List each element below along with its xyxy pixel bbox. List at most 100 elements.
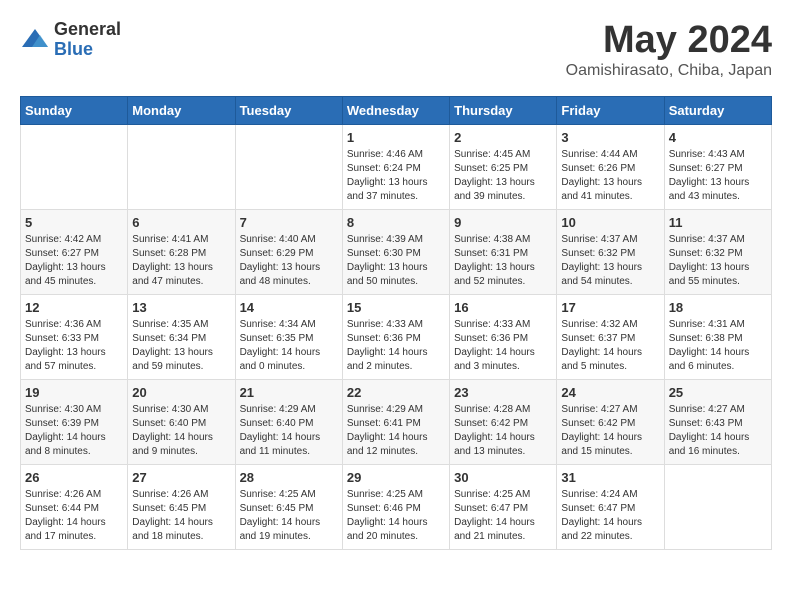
calendar-week-row: 1Sunrise: 4:46 AM Sunset: 6:24 PM Daylig…: [21, 124, 772, 209]
day-number: 14: [240, 300, 338, 315]
day-info: Sunrise: 4:35 AM Sunset: 6:34 PM Dayligh…: [132, 318, 230, 374]
day-number: 21: [240, 385, 338, 400]
weekday-header: Tuesday: [235, 96, 342, 124]
logo-blue: Blue: [54, 40, 121, 60]
calendar-day-cell: 10 Sunrise: 4:37 AM Sunset: 6:32 PM Dayli…: [557, 209, 664, 294]
day-number: 18: [669, 300, 767, 315]
day-number: 19: [25, 385, 123, 400]
calendar-day-cell: 13 Sunrise: 4:35 AM Sunset: 6:34 PM Dayli…: [128, 294, 235, 379]
day-number: 9: [454, 215, 552, 230]
day-number: 4: [669, 130, 767, 145]
calendar-week-row: 26 Sunrise: 4:26 AM Sunset: 6:44 PM Dayli…: [21, 464, 772, 549]
weekday-header: Thursday: [450, 96, 557, 124]
calendar-day-cell: 2Sunrise: 4:45 AM Sunset: 6:25 PM Daylig…: [450, 124, 557, 209]
day-number: 7: [240, 215, 338, 230]
weekday-header: Sunday: [21, 96, 128, 124]
calendar-day-cell: 16Sunrise: 4:33 AM Sunset: 6:36 PM Dayli…: [450, 294, 557, 379]
calendar-table: SundayMondayTuesdayWednesdayThursdayFrid…: [20, 96, 772, 550]
day-number: 3: [561, 130, 659, 145]
day-number: 27: [132, 470, 230, 485]
day-info: Sunrise: 4:27 AM Sunset: 6:42 PM Dayligh…: [561, 403, 659, 459]
day-info: Sunrise: 4:42 AM Sunset: 6:27 PM Dayligh…: [25, 233, 123, 289]
day-number: 28: [240, 470, 338, 485]
day-info: Sunrise: 4:30 AM Sunset: 6:40 PM Dayligh…: [132, 403, 230, 459]
calendar-day-cell: [128, 124, 235, 209]
title-block: May 2024 Oamishirasato, Chiba, Japan: [566, 20, 772, 80]
calendar-day-cell: 7 Sunrise: 4:40 AM Sunset: 6:29 PM Daylig…: [235, 209, 342, 294]
calendar-day-cell: 22Sunrise: 4:29 AM Sunset: 6:41 PM Dayli…: [342, 379, 449, 464]
day-info: Sunrise: 4:37 AM Sunset: 6:32 PM Dayligh…: [669, 233, 767, 289]
calendar-day-cell: 28Sunrise: 4:25 AM Sunset: 6:45 PM Dayli…: [235, 464, 342, 549]
weekday-header: Friday: [557, 96, 664, 124]
day-number: 25: [669, 385, 767, 400]
calendar-day-cell: [235, 124, 342, 209]
calendar-day-cell: 5Sunrise: 4:42 AM Sunset: 6:27 PM Daylig…: [21, 209, 128, 294]
day-info: Sunrise: 4:26 AM Sunset: 6:44 PM Dayligh…: [25, 488, 123, 544]
calendar-day-cell: 21Sunrise: 4:29 AM Sunset: 6:40 PM Dayli…: [235, 379, 342, 464]
day-number: 11: [669, 215, 767, 230]
day-number: 29: [347, 470, 445, 485]
day-info: Sunrise: 4:26 AM Sunset: 6:45 PM Dayligh…: [132, 488, 230, 544]
calendar-day-cell: 20Sunrise: 4:30 AM Sunset: 6:40 PM Dayli…: [128, 379, 235, 464]
day-number: 15: [347, 300, 445, 315]
day-info: Sunrise: 4:30 AM Sunset: 6:39 PM Dayligh…: [25, 403, 123, 459]
calendar-day-cell: 19 Sunrise: 4:30 AM Sunset: 6:39 PM Dayli…: [21, 379, 128, 464]
logo: General Blue: [20, 20, 121, 60]
day-number: 24: [561, 385, 659, 400]
calendar-day-cell: 25Sunrise: 4:27 AM Sunset: 6:43 PM Dayli…: [664, 379, 771, 464]
day-info: Sunrise: 4:32 AM Sunset: 6:37 PM Dayligh…: [561, 318, 659, 374]
day-number: 13: [132, 300, 230, 315]
calendar-day-cell: 30 Sunrise: 4:25 AM Sunset: 6:47 PM Dayli…: [450, 464, 557, 549]
calendar-day-cell: [664, 464, 771, 549]
day-info: Sunrise: 4:41 AM Sunset: 6:28 PM Dayligh…: [132, 233, 230, 289]
logo-text: General Blue: [54, 20, 121, 60]
calendar-day-cell: 9Sunrise: 4:38 AM Sunset: 6:31 PM Daylig…: [450, 209, 557, 294]
day-info: Sunrise: 4:44 AM Sunset: 6:26 PM Dayligh…: [561, 148, 659, 204]
day-info: Sunrise: 4:25 AM Sunset: 6:47 PM Dayligh…: [454, 488, 552, 544]
day-number: 6: [132, 215, 230, 230]
day-info: Sunrise: 4:46 AM Sunset: 6:24 PM Dayligh…: [347, 148, 445, 204]
day-number: 10: [561, 215, 659, 230]
calendar-header-row: SundayMondayTuesdayWednesdayThursdayFrid…: [21, 96, 772, 124]
calendar-day-cell: 8 Sunrise: 4:39 AM Sunset: 6:30 PM Daylig…: [342, 209, 449, 294]
logo-general: General: [54, 20, 121, 40]
calendar-day-cell: 11 Sunrise: 4:37 AM Sunset: 6:32 PM Dayli…: [664, 209, 771, 294]
day-info: Sunrise: 4:39 AM Sunset: 6:30 PM Dayligh…: [347, 233, 445, 289]
calendar-day-cell: 6 Sunrise: 4:41 AM Sunset: 6:28 PM Daylig…: [128, 209, 235, 294]
calendar-week-row: 5Sunrise: 4:42 AM Sunset: 6:27 PM Daylig…: [21, 209, 772, 294]
day-info: Sunrise: 4:37 AM Sunset: 6:32 PM Dayligh…: [561, 233, 659, 289]
day-number: 22: [347, 385, 445, 400]
calendar-day-cell: 14 Sunrise: 4:34 AM Sunset: 6:35 PM Dayli…: [235, 294, 342, 379]
day-number: 8: [347, 215, 445, 230]
calendar-day-cell: 31 Sunrise: 4:24 AM Sunset: 6:47 PM Dayli…: [557, 464, 664, 549]
day-number: 16: [454, 300, 552, 315]
calendar-day-cell: 1Sunrise: 4:46 AM Sunset: 6:24 PM Daylig…: [342, 124, 449, 209]
calendar-day-cell: 27 Sunrise: 4:26 AM Sunset: 6:45 PM Dayli…: [128, 464, 235, 549]
calendar-day-cell: 23Sunrise: 4:28 AM Sunset: 6:42 PM Dayli…: [450, 379, 557, 464]
calendar-day-cell: 26 Sunrise: 4:26 AM Sunset: 6:44 PM Dayli…: [21, 464, 128, 549]
calendar-week-row: 19 Sunrise: 4:30 AM Sunset: 6:39 PM Dayli…: [21, 379, 772, 464]
calendar-day-cell: 24 Sunrise: 4:27 AM Sunset: 6:42 PM Dayli…: [557, 379, 664, 464]
calendar-day-cell: 18 Sunrise: 4:31 AM Sunset: 6:38 PM Dayli…: [664, 294, 771, 379]
calendar-day-cell: 3 Sunrise: 4:44 AM Sunset: 6:26 PM Daylig…: [557, 124, 664, 209]
logo-icon: [20, 25, 50, 55]
day-number: 26: [25, 470, 123, 485]
day-number: 30: [454, 470, 552, 485]
day-info: Sunrise: 4:34 AM Sunset: 6:35 PM Dayligh…: [240, 318, 338, 374]
day-info: Sunrise: 4:25 AM Sunset: 6:46 PM Dayligh…: [347, 488, 445, 544]
weekday-header: Monday: [128, 96, 235, 124]
calendar-day-cell: 15Sunrise: 4:33 AM Sunset: 6:36 PM Dayli…: [342, 294, 449, 379]
day-number: 12: [25, 300, 123, 315]
calendar-day-cell: [21, 124, 128, 209]
day-number: 17: [561, 300, 659, 315]
calendar-day-cell: 17 Sunrise: 4:32 AM Sunset: 6:37 PM Dayli…: [557, 294, 664, 379]
calendar-week-row: 12Sunrise: 4:36 AM Sunset: 6:33 PM Dayli…: [21, 294, 772, 379]
day-info: Sunrise: 4:40 AM Sunset: 6:29 PM Dayligh…: [240, 233, 338, 289]
day-info: Sunrise: 4:43 AM Sunset: 6:27 PM Dayligh…: [669, 148, 767, 204]
page-header: General Blue May 2024 Oamishirasato, Chi…: [20, 20, 772, 80]
calendar-day-cell: 29 Sunrise: 4:25 AM Sunset: 6:46 PM Dayli…: [342, 464, 449, 549]
calendar-day-cell: 12Sunrise: 4:36 AM Sunset: 6:33 PM Dayli…: [21, 294, 128, 379]
day-number: 31: [561, 470, 659, 485]
day-info: Sunrise: 4:24 AM Sunset: 6:47 PM Dayligh…: [561, 488, 659, 544]
day-info: Sunrise: 4:31 AM Sunset: 6:38 PM Dayligh…: [669, 318, 767, 374]
